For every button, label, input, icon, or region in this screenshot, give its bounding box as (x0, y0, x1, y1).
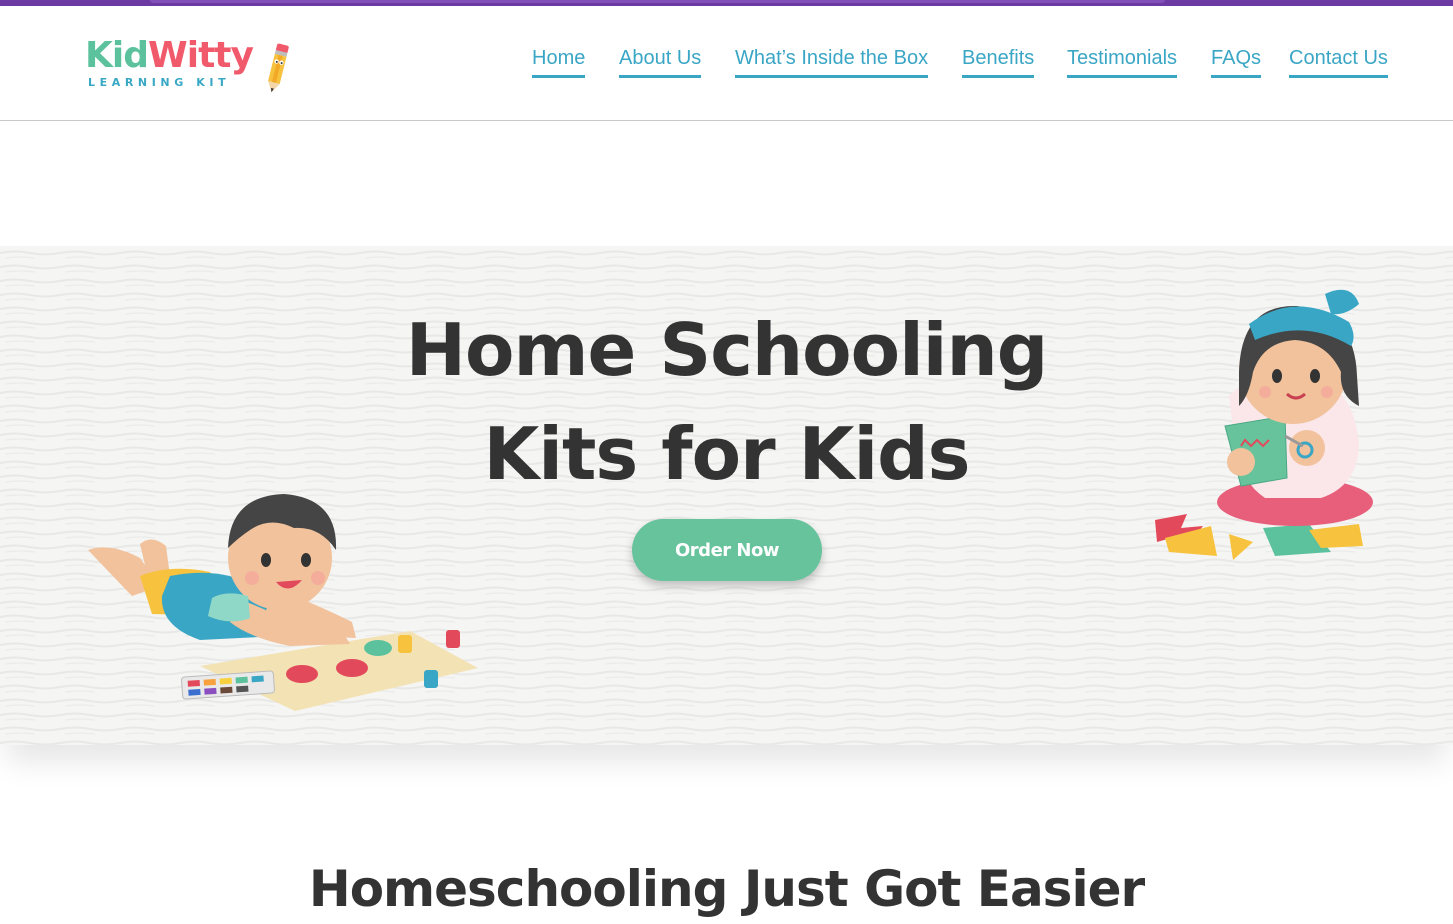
boy-painting-illustration (88, 494, 478, 711)
hero-section: Home Schooling Kits for Kids Order Now (0, 246, 1453, 745)
section-heading: Homeschooling Just Got Easier (308, 859, 1145, 918)
logo-subtitle: LEARNING KIT (88, 76, 231, 89)
nav-faqs[interactable]: FAQs (1211, 46, 1262, 78)
nav-home[interactable]: Home (532, 46, 586, 78)
logo-kid: Kid (85, 35, 149, 76)
site-header: KidWitty LEARNING KIT Home About Us What… (0, 6, 1453, 121)
site-logo[interactable]: KidWitty LEARNING KIT (85, 36, 295, 98)
nav-benefits[interactable]: Benefits (962, 46, 1035, 78)
pencil-icon (268, 43, 289, 93)
nav-testimonials[interactable]: Testimonials (1067, 46, 1178, 78)
girl-crafting-illustration (1155, 289, 1373, 560)
order-now-button[interactable]: Order Now (632, 519, 822, 581)
logo-wordmark: KidWitty (85, 35, 254, 76)
nav-contact-us[interactable]: Contact Us (1289, 46, 1388, 78)
nav-whats-inside[interactable]: What’s Inside the Box (735, 46, 929, 78)
nav-about-us[interactable]: About Us (619, 46, 702, 78)
logo-witty: Witty (148, 35, 254, 76)
